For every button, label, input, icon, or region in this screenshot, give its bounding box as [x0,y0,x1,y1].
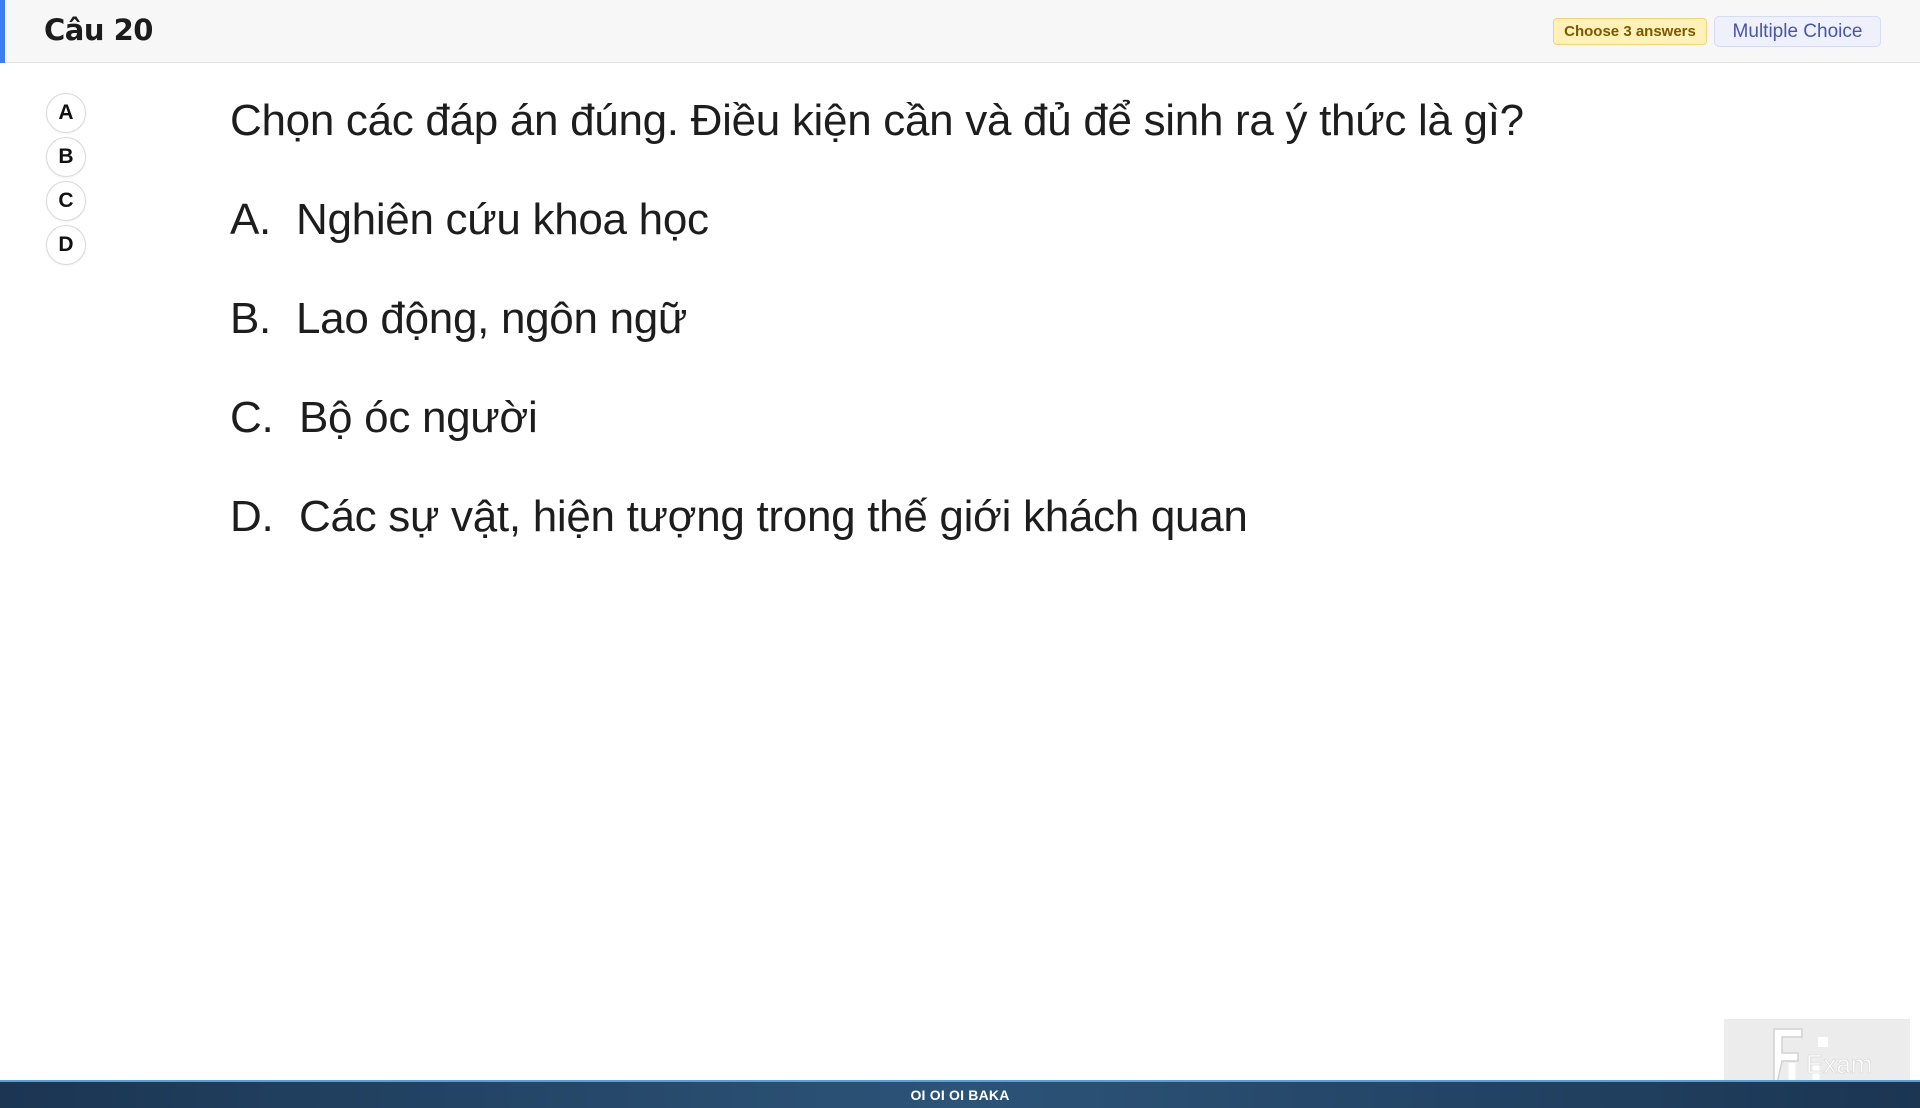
header-accent-bar [0,0,5,63]
option-d-letter: D. [230,492,274,541]
option-d: D. Các sự vật, hiện tượng trong thế giới … [230,492,1248,542]
logo-text: Exam [1806,1049,1872,1079]
option-a: A. Nghiên cứu khoa học [230,195,709,245]
option-d-text: Các sự vật, hiện tượng trong thế giới kh… [299,492,1248,541]
answer-option-a[interactable]: A [46,93,86,133]
option-c: C. Bộ óc người [230,393,538,443]
answer-option-b[interactable]: B [46,137,86,177]
option-a-letter: A. [230,195,271,244]
answer-option-d[interactable]: D [46,225,86,265]
option-b-letter: B. [230,294,271,343]
answer-option-c[interactable]: C [46,181,86,221]
choose-count-badge: Choose 3 answers [1553,18,1707,45]
option-b-text: Lao động, ngôn ngữ [296,294,688,343]
quiz-page: Câu 20 Choose 3 answers Multiple Choice … [0,0,1920,1108]
option-a-text: Nghiên cứu khoa học [296,195,709,244]
question-content: Chọn các đáp án đúng. Điều kiện cần và đ… [230,96,1524,541]
question-text: Chọn các đáp án đúng. Điều kiện cần và đ… [230,96,1524,145]
footer-text: OI OI OI BAKA [910,1087,1010,1103]
option-c-letter: C. [230,393,274,442]
question-type-badge: Multiple Choice [1714,16,1881,47]
answer-selector-list: A B C D [46,93,86,269]
option-c-text: Bộ óc người [299,393,538,442]
question-header: Câu 20 Choose 3 answers Multiple Choice [0,0,1920,63]
question-number: Câu 20 [44,13,153,47]
footer-bar: OI OI OI BAKA [0,1080,1920,1108]
option-b: B. Lao động, ngôn ngữ [230,294,687,344]
